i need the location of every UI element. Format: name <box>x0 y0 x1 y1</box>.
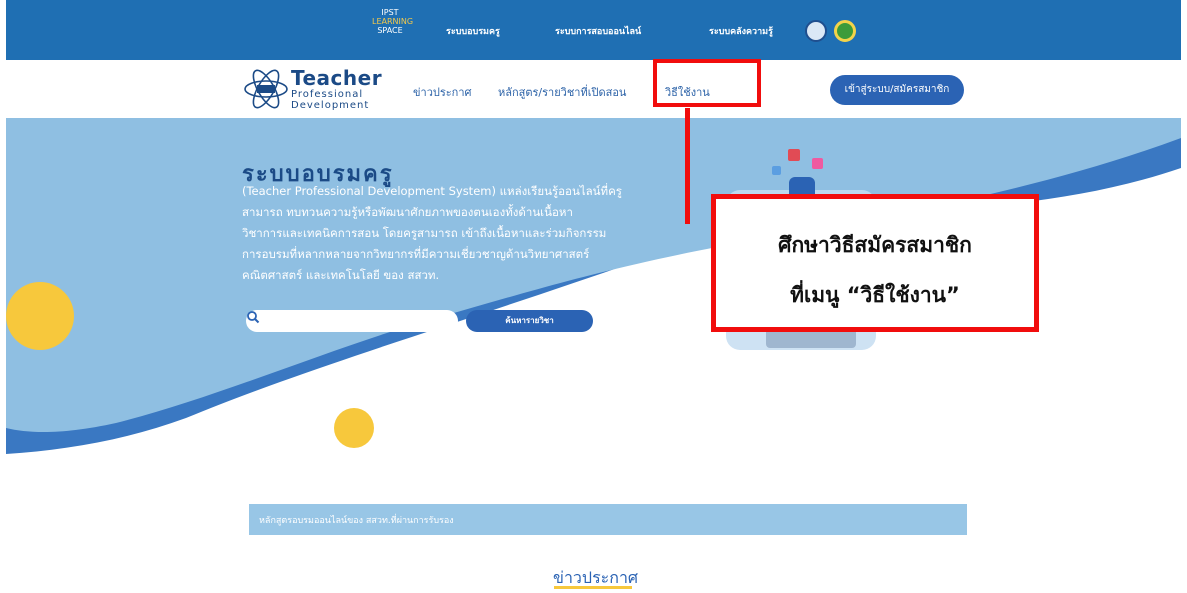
ipst-emblem-icon <box>805 20 827 42</box>
hero-line: การอบรมที่หลากหลายจากวิทยากรที่มีความเชี… <box>242 247 590 261</box>
hero-line: วิชาการและเทคนิคการสอน โดยครูสามารถ เข้า… <box>242 226 607 240</box>
logo-line-ipst: IPST <box>381 8 399 17</box>
site-viewport: IPST LEARNING SPACE ระบบอบรมครู ระบบการส… <box>6 0 1181 593</box>
nav-item-news[interactable]: ข่าวประกาศ <box>413 83 472 101</box>
topbar-link-teacher-training[interactable]: ระบบอบรมครู <box>446 24 500 38</box>
illustration-block <box>812 158 823 169</box>
nav-item-courses[interactable]: หลักสูตร/รายวิชาที่เปิดสอน <box>498 83 626 101</box>
annotation-connector <box>685 108 690 224</box>
login-register-button[interactable]: เข้าสู่ระบบ/สมัครสมาชิก <box>830 75 964 105</box>
illustration-block <box>772 166 781 175</box>
callout-line-2: ที่เมนู “วิธีใช้งาน” <box>790 283 960 307</box>
certified-courses-label: หลักสูตรอบรมออนไลน์ของ สสวท.ที่ผ่านการรั… <box>259 516 454 526</box>
decorative-circle <box>6 282 74 350</box>
search-icon[interactable] <box>246 310 260 324</box>
brand-teacher: Teacher <box>291 66 383 90</box>
illustration-block <box>788 149 800 161</box>
brand-professional: Professional <box>291 89 364 100</box>
atom-logo-icon <box>244 69 288 109</box>
hero-line: สามารถ ทบทวนความรู้หรือพัฒนาศักยภาพของตน… <box>242 205 573 219</box>
brand-development: Development <box>291 100 370 111</box>
logo-line-learning: LEARNING <box>372 17 414 26</box>
annotation-callout: ศึกษาวิธีสมัครสมาชิก ที่เมนู “วิธีใช้งาน… <box>711 194 1039 332</box>
callout-line-1: ศึกษาวิธีสมัครสมาชิก <box>778 233 972 257</box>
decorative-circle <box>334 408 374 448</box>
annotation-highlight-box <box>653 59 761 107</box>
page: IPST LEARNING SPACE ระบบอบรมครู ระบบการส… <box>0 0 1187 593</box>
ministry-emblem-icon <box>834 20 856 42</box>
ipst-learning-space-logo[interactable]: IPST LEARNING SPACE <box>372 8 414 35</box>
topbar-link-online-exam[interactable]: ระบบการสอบออนไลน์ <box>555 24 641 38</box>
topbar-link-knowledge-base[interactable]: ระบบคลังความรู้ <box>709 24 773 38</box>
hero-line: (Teacher Professional Development System… <box>242 184 622 198</box>
course-search-input[interactable] <box>246 310 458 332</box>
top-bar: IPST LEARNING SPACE ระบบอบรมครู ระบบการส… <box>6 0 1181 60</box>
hero-description: (Teacher Professional Development System… <box>242 181 682 286</box>
logo-line-space: SPACE <box>377 26 403 35</box>
hero-line: คณิตศาสตร์ และเทคโนโลยี ของ สสวท. <box>242 268 440 282</box>
certified-courses-bar[interactable]: หลักสูตรอบรมออนไลน์ของ สสวท.ที่ผ่านการรั… <box>249 504 967 535</box>
search-courses-button[interactable]: ค้นหารายวิชา <box>466 310 593 332</box>
news-heading-underline <box>554 586 632 589</box>
site-header: Teacher Professional Development ข่าวประ… <box>6 60 1181 118</box>
